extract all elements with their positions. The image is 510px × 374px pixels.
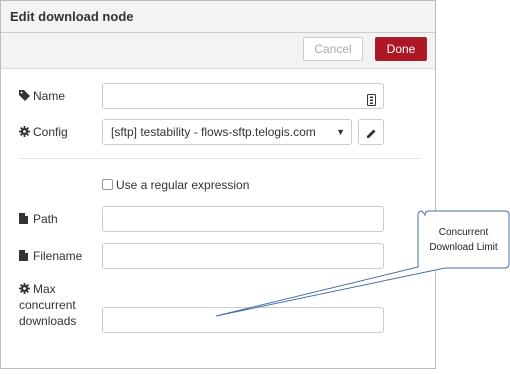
callout-line2: Download Limit [429,242,498,253]
callout-annotation [215,210,510,317]
callout-text: Concurrent Download Limit [418,225,509,255]
callout-line1: Concurrent [438,227,489,238]
